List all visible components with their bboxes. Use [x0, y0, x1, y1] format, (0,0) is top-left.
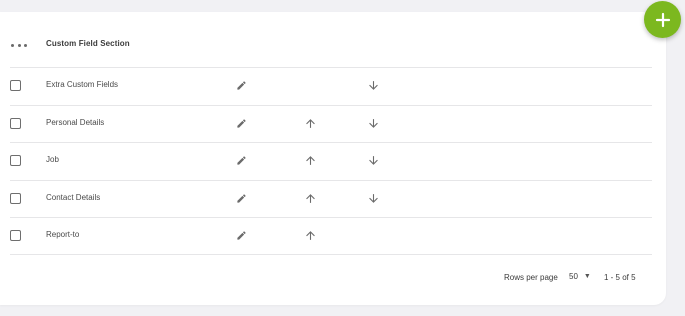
- row-label: Extra Custom Fields: [46, 80, 119, 89]
- rows-per-page-label: Rows per page: [504, 273, 558, 282]
- row-checkbox[interactable]: [10, 80, 21, 91]
- arrow-down-icon[interactable]: [367, 192, 380, 205]
- arrow-up-icon[interactable]: [304, 117, 317, 130]
- table-row: Job: [10, 142, 652, 180]
- arrow-down-icon[interactable]: [367, 117, 380, 130]
- table-row: Personal Details: [10, 104, 652, 143]
- row-checkbox[interactable]: [10, 117, 21, 129]
- sections-table: Custom Field Section Extra Custom Fields…: [10, 29, 652, 255]
- pencil-icon[interactable]: [236, 155, 247, 166]
- pencil-icon[interactable]: [236, 193, 247, 204]
- table-row: Extra Custom Fields: [10, 67, 652, 105]
- table-row: Contact Details: [10, 179, 652, 218]
- caret-down-icon: ▼: [583, 273, 591, 280]
- more-horizontal-icon[interactable]: [11, 41, 27, 49]
- pencil-icon[interactable]: [236, 80, 247, 91]
- row-label: Report-to: [46, 230, 80, 239]
- row-label: Contact Details: [46, 192, 101, 202]
- column-header-section: Custom Field Section: [46, 39, 130, 48]
- table-row: Report-to: [10, 217, 652, 255]
- arrow-up-icon[interactable]: [304, 154, 317, 167]
- row-checkbox[interactable]: [10, 192, 21, 204]
- row-label: Personal Details: [46, 117, 105, 127]
- rows-per-page-select[interactable]: 50 ▼: [569, 272, 591, 281]
- row-label: Job: [46, 155, 59, 164]
- pencil-icon[interactable]: [236, 230, 247, 241]
- pencil-icon[interactable]: [236, 118, 247, 129]
- custom-field-sections-card: Custom Field Section Extra Custom Fields…: [0, 12, 666, 305]
- add-section-button[interactable]: [644, 1, 681, 38]
- row-checkbox[interactable]: [10, 155, 21, 166]
- table-header: Custom Field Section: [10, 29, 652, 67]
- plus-icon: [655, 12, 670, 27]
- arrow-up-icon[interactable]: [304, 192, 317, 205]
- arrow-down-icon[interactable]: [367, 154, 380, 167]
- arrow-up-icon[interactable]: [304, 229, 317, 242]
- rows-per-page-value: 50: [569, 272, 578, 281]
- page-range-label: 1 - 5 of 5: [604, 273, 636, 282]
- arrow-down-icon[interactable]: [367, 79, 380, 92]
- row-checkbox[interactable]: [10, 230, 21, 241]
- pagination-bar: Rows per page 50 ▼ 1 - 5 of 5: [0, 262, 652, 292]
